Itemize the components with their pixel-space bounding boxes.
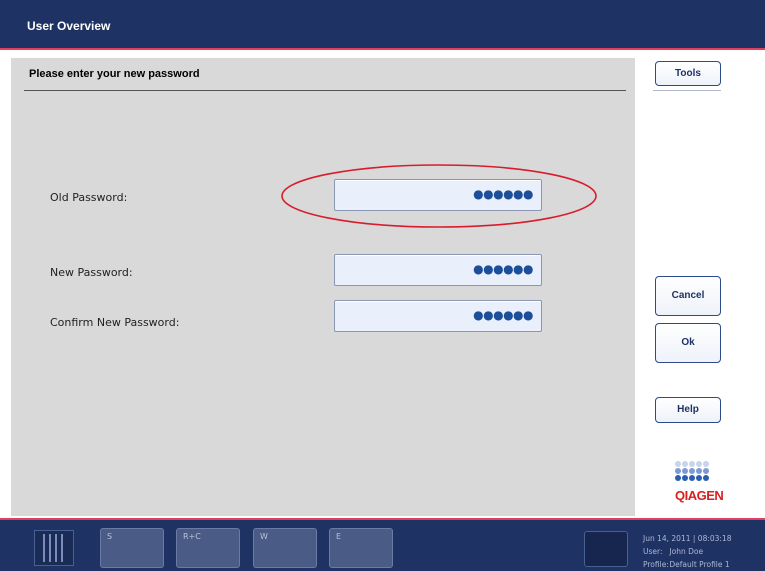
new-password-masked-value: ●●●●●● <box>473 262 533 276</box>
old-password-label: Old Password: <box>50 191 128 204</box>
help-button[interactable]: Help <box>655 397 721 423</box>
help-button-label: Help <box>677 404 699 415</box>
new-password-label: New Password: <box>50 266 133 279</box>
title-divider <box>24 90 626 91</box>
new-password-input[interactable]: ●●●●●● <box>334 254 542 286</box>
ok-button[interactable]: Ok <box>655 323 721 363</box>
slot-e[interactable]: E <box>329 528 393 568</box>
header-accent-stripe <box>0 48 765 50</box>
profile-value: Default Profile 1 <box>669 560 730 569</box>
status-indicator <box>584 531 628 567</box>
slot-w[interactable]: W <box>253 528 317 568</box>
profile-key: Profile: <box>643 560 669 569</box>
qiagen-logo-text: QIAGEN <box>675 488 724 503</box>
slot-w-label: W <box>260 532 268 541</box>
cancel-button[interactable]: Cancel <box>655 276 721 316</box>
title-bar: User Overview <box>0 0 765 48</box>
cancel-button-label: Cancel <box>671 290 705 301</box>
old-password-masked-value: ●●●●●● <box>473 187 533 201</box>
page-title: User Overview <box>27 19 111 33</box>
confirm-password-input[interactable]: ●●●●●● <box>334 300 542 332</box>
user-value: John Doe <box>669 547 704 556</box>
confirm-password-label: Confirm New Password: <box>50 316 180 329</box>
confirm-password-masked-value: ●●●●●● <box>473 308 533 322</box>
form-title: Please enter your new password <box>29 68 200 80</box>
slot-r-c[interactable]: R+C <box>176 528 240 568</box>
drawer-icon[interactable] <box>34 530 74 566</box>
password-form-panel: Please enter your new password <box>11 58 635 516</box>
user-line: User: John Doe <box>643 547 703 556</box>
slot-s[interactable]: S <box>100 528 164 568</box>
tools-divider <box>653 90 721 91</box>
datetime-text: Jun 14, 2011 | 08:03:18 <box>643 534 732 543</box>
slot-r-c-label: R+C <box>183 532 201 541</box>
ok-button-label: Ok <box>681 337 695 348</box>
user-key: User: <box>643 547 663 556</box>
tools-button-label: Tools <box>675 68 701 79</box>
slot-s-label: S <box>107 532 113 541</box>
profile-line: Profile: Default Profile 1 <box>643 560 730 569</box>
slot-e-label: E <box>336 532 342 541</box>
tools-button[interactable]: Tools <box>655 61 721 86</box>
old-password-input[interactable]: ●●●●●● <box>334 179 542 211</box>
